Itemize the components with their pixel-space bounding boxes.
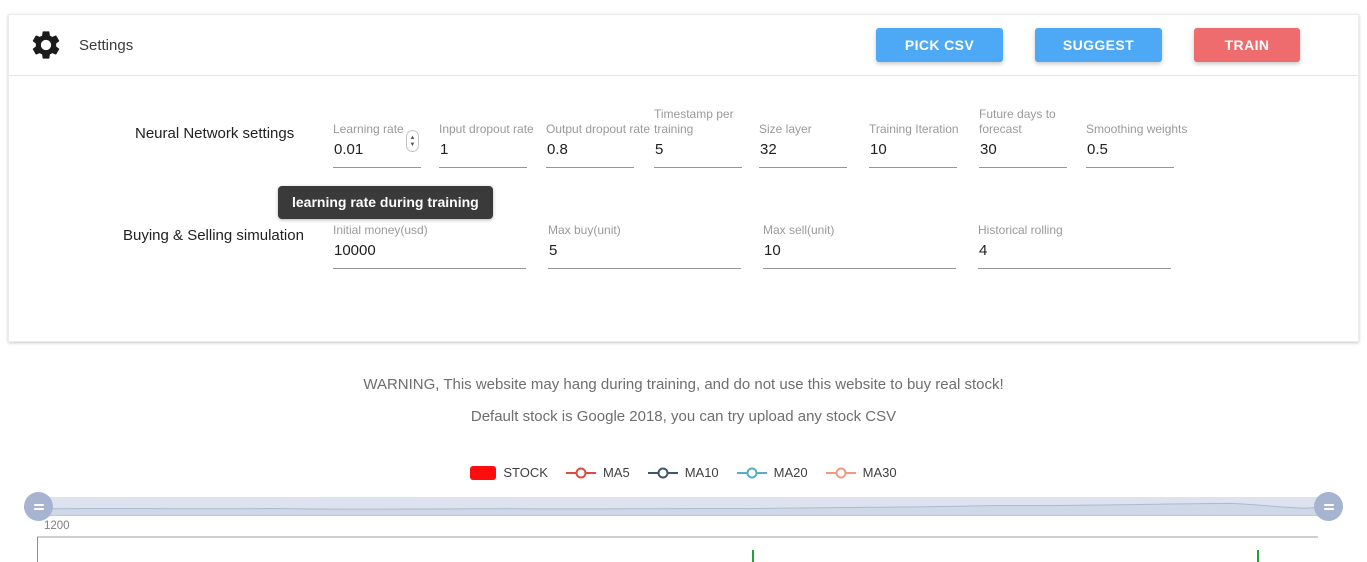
size-layer-input[interactable] [759, 141, 847, 168]
page-title: Settings [79, 37, 133, 54]
chart-top-border [37, 536, 1318, 538]
pick-csv-button[interactable]: PICK CSV [876, 28, 1003, 62]
warning-text: WARNING, This website may hang during tr… [0, 376, 1367, 393]
y-axis-tick-label: 1200 [44, 520, 70, 532]
historical-rolling-input[interactable] [978, 242, 1171, 269]
chart-legend: STOCK MA5 MA10 MA20 MA30 [0, 465, 1367, 480]
field-historical-rolling: Historical rolling [978, 189, 1171, 269]
settings-header: Settings PICK CSV SUGGEST TRAIN [9, 15, 1358, 76]
ma5-marker-icon [566, 466, 596, 480]
tooltip-learning-rate: learning rate during training [278, 186, 493, 219]
drag-handle-icon [34, 504, 44, 506]
legend-item-ma30[interactable]: MA30 [826, 465, 897, 480]
field-learning-rate: Learning rate ▲▼ [333, 88, 421, 168]
output-dropout-rate-input[interactable] [546, 141, 634, 168]
field-label: Training Iteration [869, 122, 957, 137]
field-future-days-to-forecast: Future days to forecast [979, 88, 1067, 168]
number-spinner-icon[interactable]: ▲▼ [406, 130, 419, 152]
legend-item-ma20[interactable]: MA20 [737, 465, 808, 480]
chart-green-tick [1257, 550, 1259, 562]
training-iteration-input[interactable] [869, 141, 957, 168]
field-label: Timestamp per training [654, 107, 742, 137]
field-label: Input dropout rate [439, 122, 527, 137]
legend-label: MA30 [863, 465, 897, 480]
field-timestamp-per-training: Timestamp per training [654, 88, 742, 168]
field-label: Future days to forecast [979, 107, 1067, 137]
field-max-buy: Max buy(unit) [548, 189, 741, 269]
max-sell-input[interactable] [763, 242, 956, 269]
field-label: Historical rolling [978, 223, 1171, 238]
initial-money-input[interactable] [333, 242, 526, 269]
range-handle-right[interactable] [1314, 492, 1343, 521]
stock-swatch-icon [470, 466, 496, 480]
input-dropout-rate-input[interactable] [439, 141, 527, 168]
chart-green-tick [752, 550, 754, 562]
drag-handle-icon [1324, 504, 1334, 506]
header-buttons: PICK CSV SUGGEST TRAIN [876, 28, 1300, 62]
field-output-dropout-rate: Output dropout rate [546, 88, 634, 168]
suggest-button[interactable]: SUGGEST [1035, 28, 1162, 62]
gear-icon [29, 28, 63, 62]
drag-handle-icon [34, 508, 44, 510]
range-handle-left[interactable] [24, 492, 53, 521]
settings-body: Neural Network settings Learning rate ▲▼… [9, 76, 1358, 341]
range-preview-wave [30, 497, 1332, 516]
field-smoothing-weights: Smoothing weights [1086, 88, 1174, 168]
ma10-marker-icon [648, 466, 678, 480]
field-label: Max buy(unit) [548, 223, 741, 238]
timestamp-per-training-input[interactable] [654, 141, 742, 168]
legend-label: MA5 [603, 465, 630, 480]
legend-item-ma10[interactable]: MA10 [648, 465, 719, 480]
smoothing-weights-input[interactable] [1086, 141, 1174, 168]
field-label: Output dropout rate [546, 122, 634, 137]
legend-label: MA10 [685, 465, 719, 480]
section-label-neural-network: Neural Network settings [135, 125, 294, 142]
field-input-dropout-rate: Input dropout rate [439, 88, 527, 168]
legend-item-ma5[interactable]: MA5 [566, 465, 630, 480]
legend-label: STOCK [503, 465, 548, 480]
field-label: Smoothing weights [1086, 122, 1174, 137]
field-training-iteration: Training Iteration [869, 88, 957, 168]
ma20-marker-icon [737, 466, 767, 480]
field-size-layer: Size layer [759, 88, 847, 168]
legend-label: MA20 [774, 465, 808, 480]
max-buy-input[interactable] [548, 242, 741, 269]
train-button[interactable]: TRAIN [1194, 28, 1300, 62]
field-label: Initial money(usd) [333, 223, 526, 238]
future-days-to-forecast-input[interactable] [979, 141, 1067, 168]
field-label: Max sell(unit) [763, 223, 956, 238]
drag-handle-icon [1324, 508, 1334, 510]
default-stock-text: Default stock is Google 2018, you can tr… [0, 408, 1367, 425]
field-label: Size layer [759, 122, 847, 137]
ma30-marker-icon [826, 466, 856, 480]
legend-item-stock[interactable]: STOCK [470, 465, 548, 480]
chart-y-axis-line [37, 537, 38, 562]
chart-range-selector[interactable] [30, 497, 1332, 516]
section-label-simulation: Buying & Selling simulation [123, 227, 304, 244]
field-max-sell: Max sell(unit) [763, 189, 956, 269]
settings-card: Settings PICK CSV SUGGEST TRAIN Neural N… [8, 14, 1359, 342]
